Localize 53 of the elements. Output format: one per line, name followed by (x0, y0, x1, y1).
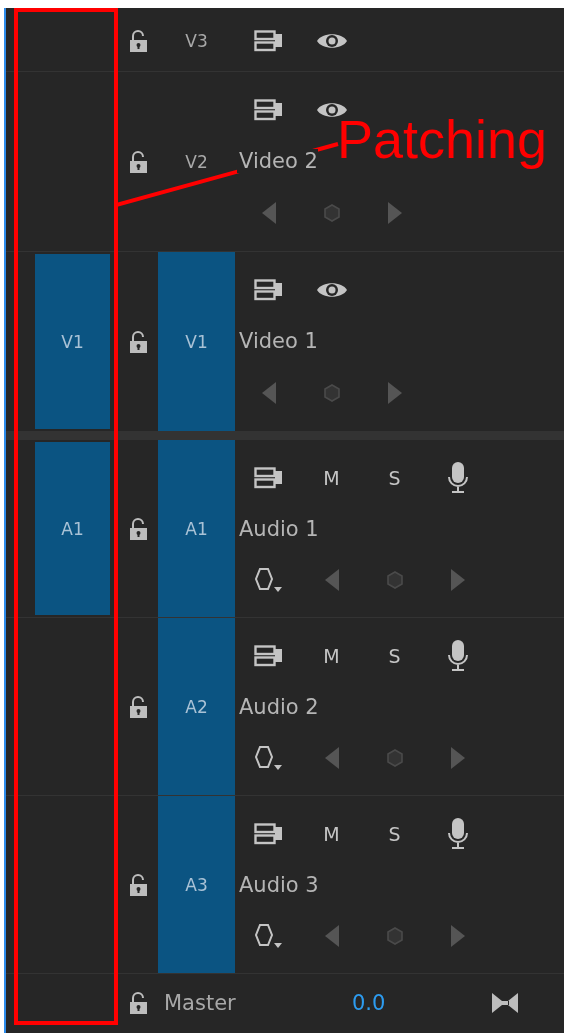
output-icon (253, 822, 284, 845)
lock-icon[interactable] (129, 29, 147, 52)
track-target[interactable]: V3 (158, 10, 235, 71)
next-keyframe-icon (450, 746, 465, 769)
mute-button[interactable]: M (300, 809, 363, 858)
keyframe-icon (385, 747, 404, 768)
lock-icon[interactable] (129, 695, 147, 718)
keyframe-icon (385, 925, 404, 946)
track-target[interactable]: V1 (158, 252, 235, 431)
track-target[interactable]: A1 (158, 440, 235, 617)
lock-icon[interactable] (129, 517, 147, 540)
lock-icon[interactable] (129, 992, 147, 1014)
solo-button[interactable]: S (363, 453, 426, 502)
source-patch[interactable]: V1 (35, 254, 110, 429)
previous-keyframe-icon (261, 382, 276, 405)
track-target[interactable]: V2 (158, 72, 235, 251)
keyframe-icon (385, 569, 404, 590)
previous-keyframe-icon (324, 924, 339, 947)
annotation-label: Patching (337, 108, 548, 170)
keyframe-menu-icon (254, 743, 283, 772)
next-keyframe-icon (387, 202, 402, 225)
microphone-icon (447, 461, 468, 494)
output-icon (253, 29, 284, 52)
lock-icon[interactable] (129, 330, 147, 353)
track-target[interactable]: A3 (158, 796, 235, 973)
master-volume-value[interactable]: 0.0 (352, 991, 492, 1015)
lock-icon[interactable] (129, 873, 147, 896)
next-keyframe-icon (450, 568, 465, 591)
output-icon (253, 644, 284, 667)
mute-button[interactable]: M (300, 631, 363, 680)
next-keyframe-icon (387, 382, 402, 405)
keyframe-menu-icon (254, 921, 283, 950)
output-icon (253, 278, 284, 301)
bowtie-icon (492, 993, 518, 1013)
solo-button[interactable]: S (363, 631, 426, 680)
output-icon (253, 466, 284, 489)
track-name: Video 2 (237, 149, 318, 174)
next-keyframe-icon (450, 924, 465, 947)
previous-keyframe-icon (324, 746, 339, 769)
lock-icon[interactable] (129, 150, 147, 173)
source-patch[interactable]: A1 (35, 442, 110, 615)
microphone-icon (447, 639, 468, 672)
track-target[interactable]: A2 (158, 618, 235, 795)
keyframe-menu-icon (254, 565, 283, 594)
keyframe-icon (322, 383, 341, 404)
previous-keyframe-icon (261, 202, 276, 225)
keyframe-icon (322, 203, 341, 224)
solo-button[interactable]: S (363, 809, 426, 858)
mute-button[interactable]: M (300, 453, 363, 502)
previous-keyframe-icon (324, 568, 339, 591)
microphone-icon (447, 817, 468, 850)
master-track-name: Master (163, 991, 237, 1015)
output-icon (253, 98, 284, 121)
